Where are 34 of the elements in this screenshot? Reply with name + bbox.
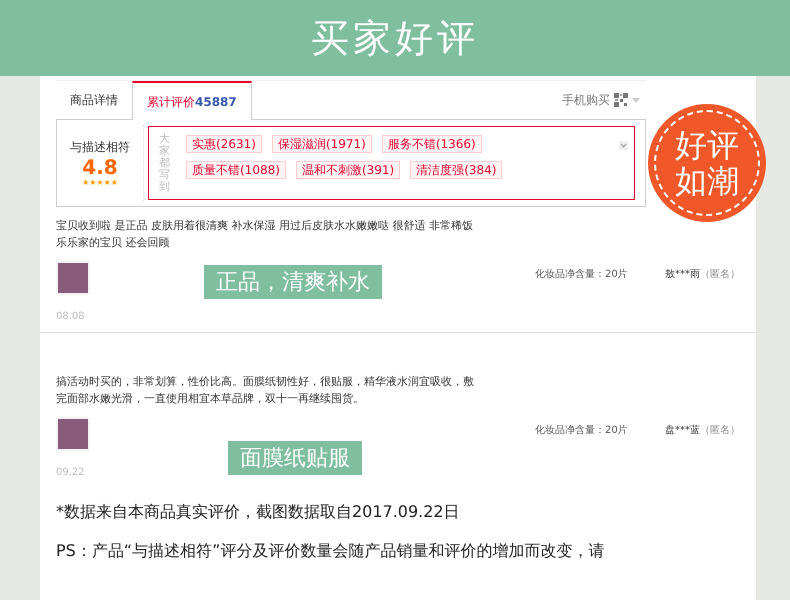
ps-note: PS：产品“与描述相符”评分及评价数量会随产品销量和评价的增加而改变，请 [56,541,606,562]
photo-placeholder[interactable] [56,417,90,451]
review-text: 宝贝收到啦 是正品 皮肤用着很清爽 补水保湿 用过后皮肤水水嫩嫩哒 很舒适 非常稀饭乐乐家的宝贝 还会回顾 [56,218,474,251]
review-tag[interactable]: 保湿滋润(1971) [272,135,372,153]
product-spec: 化妆品净含量：20片 [535,268,629,281]
tags-heading: 大家都写到 [159,133,170,194]
review-tag[interactable]: 清洁度强(384) [410,161,502,179]
footnote: *数据来自本商品真实评价，截图数据取自2017.09.22日 [56,502,461,523]
review-text: 搞活动时买的，非常划算，性价比高。面膜纸韧性好，很贴服，精华液水润宜吸收，敷完面部水嫩光滑，一直使用相宜本草品牌，双十一再继续囤货。 [56,374,475,407]
review-tag[interactable]: 实惠(2631) [186,135,262,153]
review-date: 09.22 [56,467,86,478]
mobile-buy-link[interactable]: 手机购买 [562,92,610,108]
rating-score: 4.8 [82,156,118,178]
reviewer-name: 敖***雨 [665,268,700,281]
caption-label: 面膜纸贴服 [228,441,362,475]
review-tag[interactable]: 质量不错(1088) [186,161,286,179]
tab[interactable]: 商品详情 [56,81,132,119]
rating-label: 与描述相符 [69,139,131,156]
star-rating: ★★★★★ [82,178,118,187]
badge-text: 好评 [675,127,739,163]
review-tag[interactable]: 温和不刺激(391) [296,161,400,179]
reviewer-name: 盘***蓝 [665,424,700,437]
review-date: 08.08 [56,311,86,322]
review-tag[interactable]: 服务不错(1366) [382,135,482,153]
product-spec: 化妆品净含量：20片 [535,424,629,437]
photo-placeholder[interactable] [56,261,90,295]
banner-title: 买家好评 [311,14,479,62]
caret-icon [632,98,640,102]
anonymous-label: （匿名） [700,424,740,437]
badge-text: 如潮 [675,163,739,199]
caption-label: 正品，清爽补水 [204,265,382,299]
anonymous-label: （匿名） [700,268,740,281]
qr-code-icon [614,93,628,107]
tab[interactable]: 累计评价45887 [132,81,252,120]
